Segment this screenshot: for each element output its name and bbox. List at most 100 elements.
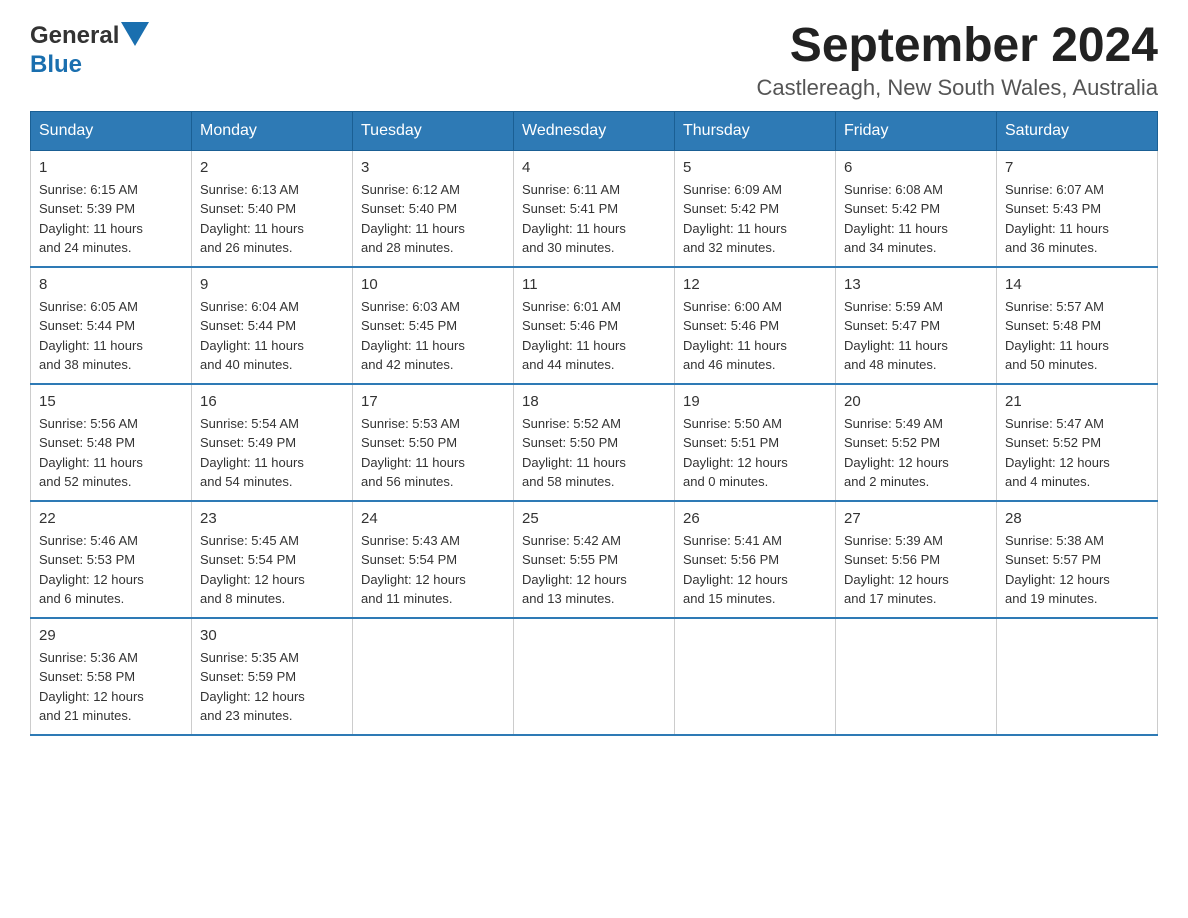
calendar-cell: 12 Sunrise: 6:00 AMSunset: 5:46 PMDaylig…	[675, 267, 836, 384]
day-number: 24	[361, 510, 505, 527]
day-info: Sunrise: 5:52 AMSunset: 5:50 PMDaylight:…	[522, 414, 666, 492]
calendar-cell: 11 Sunrise: 6:01 AMSunset: 5:46 PMDaylig…	[514, 267, 675, 384]
day-number: 17	[361, 393, 505, 410]
day-number: 23	[200, 510, 344, 527]
logo: General Blue	[30, 20, 149, 79]
day-number: 27	[844, 510, 988, 527]
logo-icon	[121, 22, 149, 46]
calendar-cell: 19 Sunrise: 5:50 AMSunset: 5:51 PMDaylig…	[675, 384, 836, 501]
calendar-cell: 17 Sunrise: 5:53 AMSunset: 5:50 PMDaylig…	[353, 384, 514, 501]
day-number: 7	[1005, 159, 1149, 176]
day-info: Sunrise: 6:00 AMSunset: 5:46 PMDaylight:…	[683, 297, 827, 375]
calendar-cell: 16 Sunrise: 5:54 AMSunset: 5:49 PMDaylig…	[192, 384, 353, 501]
title-section: September 2024 Castlereagh, New South Wa…	[757, 20, 1159, 101]
day-number: 19	[683, 393, 827, 410]
day-number: 18	[522, 393, 666, 410]
calendar-table: Sunday Monday Tuesday Wednesday Thursday…	[30, 111, 1158, 736]
calendar-cell: 23 Sunrise: 5:45 AMSunset: 5:54 PMDaylig…	[192, 501, 353, 618]
calendar-cell: 27 Sunrise: 5:39 AMSunset: 5:56 PMDaylig…	[836, 501, 997, 618]
calendar-cell: 25 Sunrise: 5:42 AMSunset: 5:55 PMDaylig…	[514, 501, 675, 618]
day-number: 14	[1005, 276, 1149, 293]
day-info: Sunrise: 5:38 AMSunset: 5:57 PMDaylight:…	[1005, 531, 1149, 609]
day-number: 11	[522, 276, 666, 293]
calendar-cell: 3 Sunrise: 6:12 AMSunset: 5:40 PMDayligh…	[353, 150, 514, 267]
location-title: Castlereagh, New South Wales, Australia	[757, 75, 1159, 101]
day-number: 1	[39, 159, 183, 176]
day-number: 12	[683, 276, 827, 293]
calendar-week-1: 1 Sunrise: 6:15 AMSunset: 5:39 PMDayligh…	[31, 150, 1158, 267]
day-info: Sunrise: 5:35 AMSunset: 5:59 PMDaylight:…	[200, 648, 344, 726]
calendar-cell: 4 Sunrise: 6:11 AMSunset: 5:41 PMDayligh…	[514, 150, 675, 267]
header-tuesday: Tuesday	[353, 111, 514, 150]
day-number: 4	[522, 159, 666, 176]
day-number: 2	[200, 159, 344, 176]
day-info: Sunrise: 5:43 AMSunset: 5:54 PMDaylight:…	[361, 531, 505, 609]
header-thursday: Thursday	[675, 111, 836, 150]
day-number: 3	[361, 159, 505, 176]
calendar-cell	[675, 618, 836, 735]
day-info: Sunrise: 5:36 AMSunset: 5:58 PMDaylight:…	[39, 648, 183, 726]
day-info: Sunrise: 5:53 AMSunset: 5:50 PMDaylight:…	[361, 414, 505, 492]
header-sunday: Sunday	[31, 111, 192, 150]
day-number: 5	[683, 159, 827, 176]
day-number: 8	[39, 276, 183, 293]
day-info: Sunrise: 5:54 AMSunset: 5:49 PMDaylight:…	[200, 414, 344, 492]
calendar-cell	[997, 618, 1158, 735]
header-monday: Monday	[192, 111, 353, 150]
day-number: 26	[683, 510, 827, 527]
header-friday: Friday	[836, 111, 997, 150]
day-info: Sunrise: 6:03 AMSunset: 5:45 PMDaylight:…	[361, 297, 505, 375]
day-number: 16	[200, 393, 344, 410]
calendar-cell	[514, 618, 675, 735]
calendar-cell: 20 Sunrise: 5:49 AMSunset: 5:52 PMDaylig…	[836, 384, 997, 501]
calendar-cell: 18 Sunrise: 5:52 AMSunset: 5:50 PMDaylig…	[514, 384, 675, 501]
day-info: Sunrise: 5:39 AMSunset: 5:56 PMDaylight:…	[844, 531, 988, 609]
calendar-header-row: Sunday Monday Tuesday Wednesday Thursday…	[31, 111, 1158, 150]
day-info: Sunrise: 5:42 AMSunset: 5:55 PMDaylight:…	[522, 531, 666, 609]
day-info: Sunrise: 5:41 AMSunset: 5:56 PMDaylight:…	[683, 531, 827, 609]
calendar-cell: 29 Sunrise: 5:36 AMSunset: 5:58 PMDaylig…	[31, 618, 192, 735]
calendar-cell: 9 Sunrise: 6:04 AMSunset: 5:44 PMDayligh…	[192, 267, 353, 384]
day-info: Sunrise: 5:45 AMSunset: 5:54 PMDaylight:…	[200, 531, 344, 609]
calendar-cell: 8 Sunrise: 6:05 AMSunset: 5:44 PMDayligh…	[31, 267, 192, 384]
calendar-cell: 6 Sunrise: 6:08 AMSunset: 5:42 PMDayligh…	[836, 150, 997, 267]
day-info: Sunrise: 6:05 AMSunset: 5:44 PMDaylight:…	[39, 297, 183, 375]
day-info: Sunrise: 5:56 AMSunset: 5:48 PMDaylight:…	[39, 414, 183, 492]
calendar-cell: 14 Sunrise: 5:57 AMSunset: 5:48 PMDaylig…	[997, 267, 1158, 384]
day-number: 28	[1005, 510, 1149, 527]
calendar-cell: 30 Sunrise: 5:35 AMSunset: 5:59 PMDaylig…	[192, 618, 353, 735]
header-wednesday: Wednesday	[514, 111, 675, 150]
calendar-cell	[836, 618, 997, 735]
calendar-week-5: 29 Sunrise: 5:36 AMSunset: 5:58 PMDaylig…	[31, 618, 1158, 735]
calendar-cell: 28 Sunrise: 5:38 AMSunset: 5:57 PMDaylig…	[997, 501, 1158, 618]
calendar-cell: 1 Sunrise: 6:15 AMSunset: 5:39 PMDayligh…	[31, 150, 192, 267]
logo-blue-text: Blue	[30, 51, 82, 78]
logo-general-text: General	[30, 22, 119, 50]
calendar-cell: 26 Sunrise: 5:41 AMSunset: 5:56 PMDaylig…	[675, 501, 836, 618]
calendar-cell: 7 Sunrise: 6:07 AMSunset: 5:43 PMDayligh…	[997, 150, 1158, 267]
day-number: 21	[1005, 393, 1149, 410]
day-number: 15	[39, 393, 183, 410]
day-info: Sunrise: 6:09 AMSunset: 5:42 PMDaylight:…	[683, 180, 827, 258]
day-info: Sunrise: 6:07 AMSunset: 5:43 PMDaylight:…	[1005, 180, 1149, 258]
day-info: Sunrise: 6:12 AMSunset: 5:40 PMDaylight:…	[361, 180, 505, 258]
day-info: Sunrise: 6:11 AMSunset: 5:41 PMDaylight:…	[522, 180, 666, 258]
day-info: Sunrise: 6:04 AMSunset: 5:44 PMDaylight:…	[200, 297, 344, 375]
day-number: 22	[39, 510, 183, 527]
day-number: 9	[200, 276, 344, 293]
calendar-cell: 13 Sunrise: 5:59 AMSunset: 5:47 PMDaylig…	[836, 267, 997, 384]
day-info: Sunrise: 5:46 AMSunset: 5:53 PMDaylight:…	[39, 531, 183, 609]
day-number: 6	[844, 159, 988, 176]
calendar-cell: 5 Sunrise: 6:09 AMSunset: 5:42 PMDayligh…	[675, 150, 836, 267]
day-number: 10	[361, 276, 505, 293]
header-saturday: Saturday	[997, 111, 1158, 150]
day-number: 29	[39, 627, 183, 644]
calendar-week-4: 22 Sunrise: 5:46 AMSunset: 5:53 PMDaylig…	[31, 501, 1158, 618]
day-info: Sunrise: 6:15 AMSunset: 5:39 PMDaylight:…	[39, 180, 183, 258]
day-info: Sunrise: 5:49 AMSunset: 5:52 PMDaylight:…	[844, 414, 988, 492]
day-number: 30	[200, 627, 344, 644]
calendar-cell: 24 Sunrise: 5:43 AMSunset: 5:54 PMDaylig…	[353, 501, 514, 618]
day-info: Sunrise: 5:57 AMSunset: 5:48 PMDaylight:…	[1005, 297, 1149, 375]
calendar-cell: 2 Sunrise: 6:13 AMSunset: 5:40 PMDayligh…	[192, 150, 353, 267]
calendar-cell	[353, 618, 514, 735]
